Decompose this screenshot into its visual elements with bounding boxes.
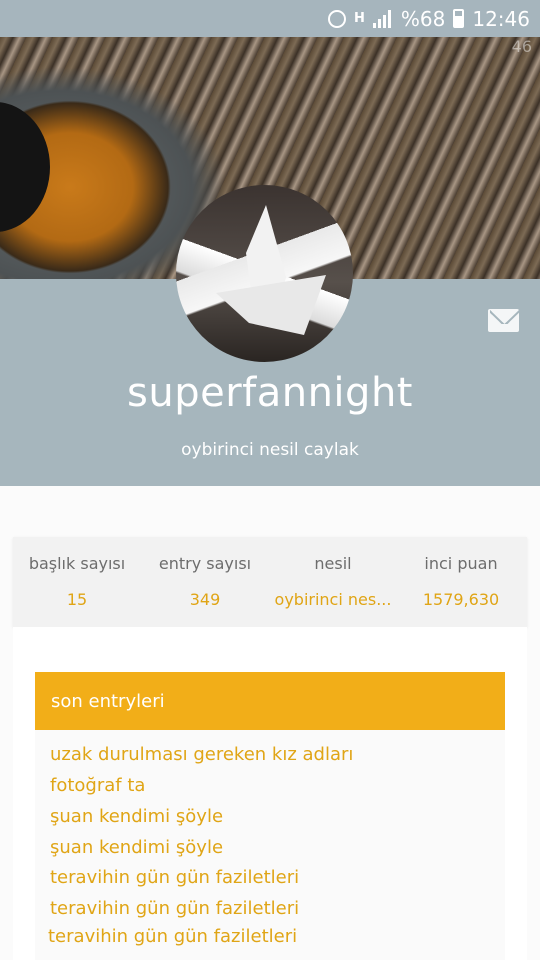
entries-header: son entryleri	[35, 672, 505, 730]
avatar-origami-body	[216, 275, 326, 335]
stat-value: oybirinci nes...	[274, 590, 392, 609]
profile-username: superfannight	[127, 370, 413, 416]
entry-link[interactable]: uzak durulması gereken kız adları	[50, 744, 353, 765]
battery-icon	[453, 9, 465, 28]
stat-topic-count: başlık sayısı 15	[13, 537, 141, 609]
cover-corner-text: 46	[511, 37, 532, 56]
entry-link[interactable]: fotoğraf ta	[50, 775, 145, 796]
entry-link[interactable]: şuan kendimi şöyle	[50, 837, 223, 858]
stat-label: inci puan	[424, 554, 498, 573]
stat-value: 15	[66, 590, 88, 609]
battery-percent: %68	[400, 6, 446, 31]
stat-value: 1579,630	[422, 590, 500, 609]
stat-label: nesil	[314, 554, 352, 573]
entry-link[interactable]: şuan kendimi şöyle	[50, 806, 223, 827]
stat-label: başlık sayısı	[28, 554, 126, 573]
profile-subtitle: oybirinci nesil caylak	[181, 440, 359, 460]
entry-link[interactable]: teravihin gün gün faziletleri	[50, 867, 299, 888]
avatar[interactable]	[176, 185, 353, 362]
network-type-indicator: H	[354, 10, 365, 26]
stats-card: başlık sayısı 15 entry sayısı 349 nesil …	[13, 537, 527, 627]
stat-value: 349	[189, 590, 221, 609]
stat-entry-count: entry sayısı 349	[141, 537, 269, 609]
stat-generation: nesil oybirinci nes...	[269, 537, 397, 609]
signal-icon	[372, 9, 393, 28]
entry-link[interactable]: teravihin gün gün faziletleri	[48, 926, 297, 947]
stat-label: entry sayısı	[158, 554, 252, 573]
stat-inci-points: inci puan 1579,630	[397, 537, 525, 609]
mail-icon[interactable]	[488, 309, 519, 332]
clock: 12:46	[472, 6, 530, 31]
status-bar: H %68 12:46	[0, 0, 540, 37]
entries-list: uzak durulması gereken kız adları fotoğr…	[35, 730, 505, 960]
eye-pupil-decoration	[0, 102, 50, 232]
alarm-icon	[328, 9, 347, 28]
entry-link[interactable]: teravihin gün gün faziletleri	[50, 898, 299, 919]
